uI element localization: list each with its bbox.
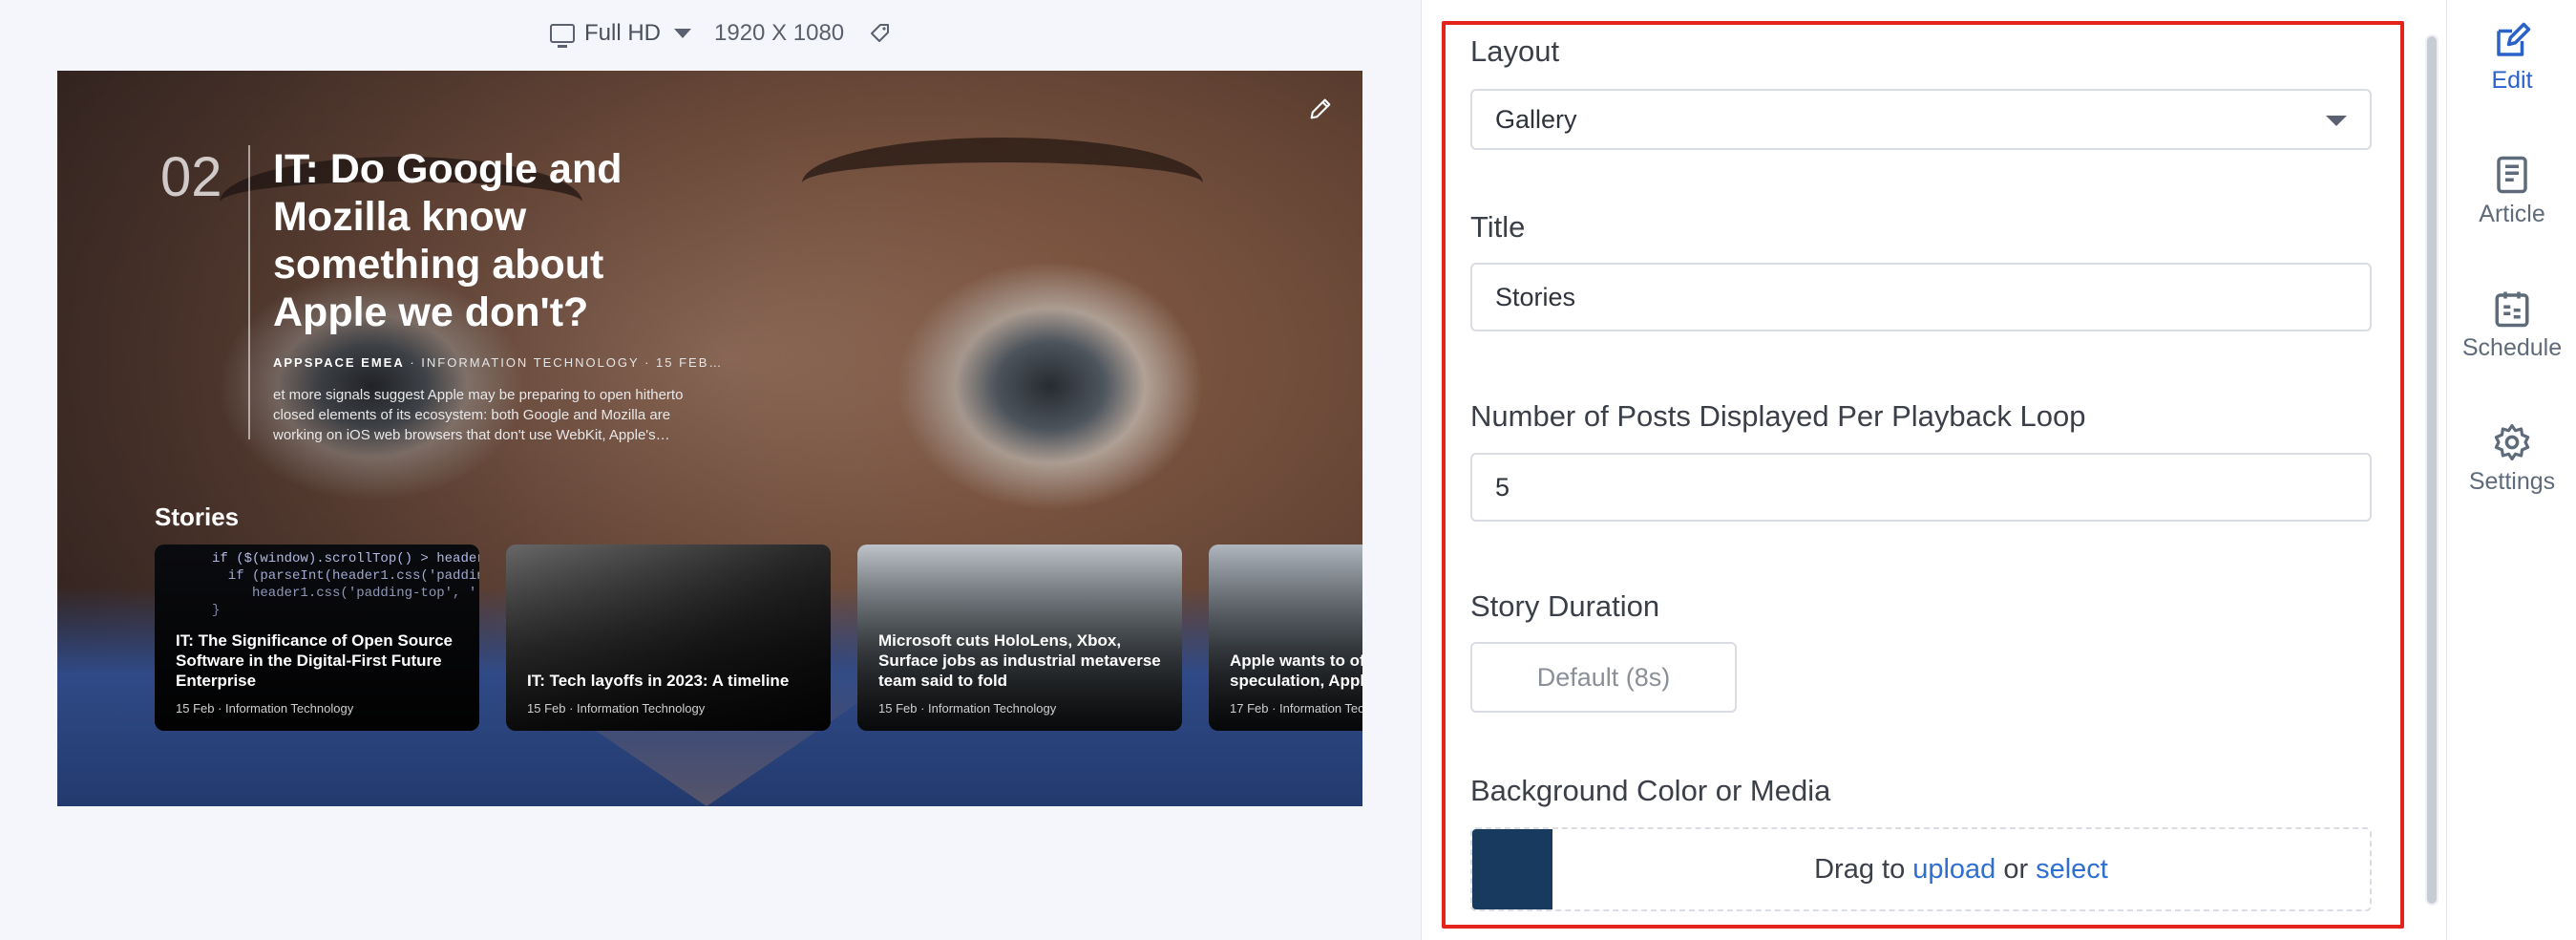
featured-meta-rest: · INFORMATION TECHNOLOGY · 15 FEB… <box>404 355 722 370</box>
duration-label: Story Duration <box>1470 589 1660 623</box>
rail-item-edit[interactable]: Edit <box>2447 21 2576 95</box>
story-card[interactable]: if ($(window).scrollTop() > header1_init… <box>155 545 479 731</box>
stories-heading: Stories <box>155 502 240 531</box>
rail-item-settings[interactable]: Settings <box>2447 422 2576 496</box>
layout-select[interactable]: Gallery <box>1470 89 2372 150</box>
story-card[interactable]: Apple wants to of for rent, confirmin sp… <box>1209 545 1362 731</box>
card-title: Microsoft cuts HoloLens, Xbox, Surface j… <box>878 631 1161 690</box>
card-meta: 15 Feb · Information Technology <box>176 701 354 716</box>
background-label: Background Color or Media <box>1470 774 1831 807</box>
story-card[interactable]: IT: Tech layoffs in 2023: A timeline 15 … <box>506 545 831 731</box>
story-card[interactable]: Microsoft cuts HoloLens, Xbox, Surface j… <box>857 545 1182 731</box>
gear-icon <box>2494 423 2530 461</box>
card-meta: 15 Feb · Information Technology <box>878 701 1057 716</box>
chevron-down-icon <box>2326 116 2347 126</box>
article-icon <box>2497 156 2527 194</box>
dropzone-text: Drag to upload or select <box>1552 829 2370 909</box>
rail-label: Edit <box>2491 67 2533 94</box>
monitor-icon <box>550 24 575 48</box>
rail-label: Settings <box>2468 468 2556 495</box>
rail-item-article[interactable]: Article <box>2447 155 2576 228</box>
rail-item-schedule[interactable]: Schedule <box>2447 288 2576 362</box>
select-link[interactable]: select <box>2036 854 2108 886</box>
layout-label: Layout <box>1470 34 1560 68</box>
card-title: Apple wants to of for rent, confirmin sp… <box>1230 652 1362 690</box>
rail-label: Schedule <box>2461 334 2563 361</box>
posts-input[interactable]: 5 <box>1470 453 2372 522</box>
story-duration-button[interactable]: Default (8s) <box>1470 642 1737 713</box>
tool-rail: Edit Article Schedule Settings <box>2446 0 2576 940</box>
preview-canvas: 02 IT: Do Google and Mozilla know someth… <box>57 71 1362 806</box>
schedule-icon <box>2495 291 2529 328</box>
posts-value: 5 <box>1495 472 1510 502</box>
tag-icon[interactable] <box>869 22 892 45</box>
preview-pane: Full HD 1920 X 1080 02 IT: Do Google and… <box>0 0 1421 940</box>
rail-label: Article <box>2479 201 2545 227</box>
title-input[interactable]: Stories <box>1470 263 2372 331</box>
featured-story[interactable]: 02 IT: Do Google and Mozilla know someth… <box>160 145 722 445</box>
title-label: Title <box>1470 210 1526 244</box>
featured-meta: APPSPACE EMEA · INFORMATION TECHNOLOGY ·… <box>273 355 722 370</box>
featured-number: 02 <box>160 146 222 208</box>
card-meta: 17 Feb · Information Tec <box>1230 701 1362 716</box>
pencil-icon[interactable] <box>1307 96 1334 122</box>
featured-excerpt: et more signals suggest Apple may be pre… <box>273 387 684 443</box>
background-color-swatch[interactable] <box>1472 829 1552 909</box>
title-value: Stories <box>1495 282 1576 311</box>
layout-value: Gallery <box>1495 104 1577 134</box>
media-dropzone[interactable]: Drag to upload or select <box>1470 827 2372 911</box>
scrollbar-thumb[interactable] <box>2427 36 2437 904</box>
card-meta: 15 Feb · Information Technology <box>527 701 706 716</box>
posts-label: Number of Posts Displayed Per Playback L… <box>1470 399 2086 433</box>
resolution-dims: 1920 X 1080 <box>714 20 845 46</box>
card-title: IT: The Significance of Open Source Soft… <box>176 631 453 690</box>
featured-source: APPSPACE EMEA <box>273 355 405 370</box>
drop-or: or <box>2003 853 2029 885</box>
edit-icon <box>2497 22 2531 56</box>
editor-scrollbar[interactable] <box>2425 34 2439 906</box>
resolution-label: Full HD <box>584 20 662 46</box>
card-title: IT: Tech layoffs in 2023: A timeline <box>527 672 790 690</box>
featured-title: IT: Do Google and Mozilla know something… <box>273 146 623 335</box>
divider <box>248 145 250 439</box>
resolution-selector[interactable]: Full HD 1920 X 1080 <box>550 17 892 50</box>
upload-link[interactable]: upload <box>1912 854 1995 886</box>
drop-prefix: Drag to <box>1814 853 1906 885</box>
chevron-down-icon[interactable] <box>674 29 692 38</box>
